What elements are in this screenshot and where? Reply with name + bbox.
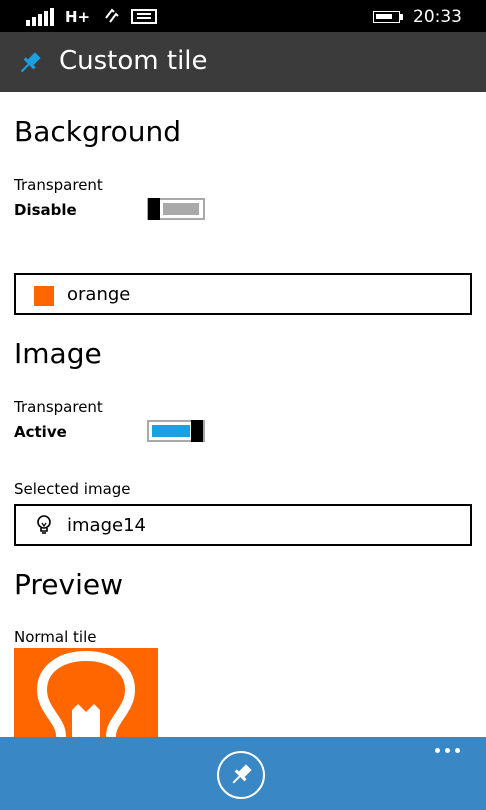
app-bar — [0, 737, 486, 810]
selected-image-value: image14 — [67, 515, 146, 536]
image-heading: Image — [14, 337, 102, 370]
normal-tile-label: Normal tile — [14, 628, 97, 646]
background-color-value: orange — [67, 284, 131, 305]
image-transparent-state: Active — [14, 423, 67, 441]
page-title: Custom tile — [59, 46, 208, 76]
selected-image-picker[interactable]: image14 — [14, 504, 472, 546]
status-bar: H+ 20:33 — [0, 0, 486, 32]
title-bar: Custom tile — [0, 32, 486, 92]
background-transparent-label: Transparent — [14, 176, 103, 194]
data-transfer-icon — [105, 8, 119, 23]
background-heading: Background — [14, 115, 182, 148]
background-transparent-state: Disable — [14, 201, 77, 219]
toggle-track — [163, 203, 199, 215]
selected-image-label: Selected image — [14, 480, 131, 498]
message-icon — [131, 9, 157, 24]
ellipsis-icon[interactable] — [433, 743, 463, 757]
image-transparent-label: Transparent — [14, 398, 103, 416]
toggle-knob — [148, 198, 160, 220]
color-swatch — [34, 286, 54, 306]
background-color-picker[interactable]: orange — [14, 273, 472, 315]
lightbulb-icon — [36, 650, 136, 748]
toggle-track — [152, 425, 190, 437]
normal-tile-preview — [14, 648, 158, 748]
battery-nub — [400, 14, 403, 20]
network-type: H+ — [65, 8, 91, 26]
preview-heading: Preview — [14, 568, 123, 601]
pin-to-start-button[interactable] — [217, 751, 265, 799]
lightbulb-icon — [37, 515, 51, 534]
signal-strength-icon — [24, 8, 56, 26]
toggle-knob — [191, 420, 203, 442]
clock: 20:33 — [413, 7, 462, 27]
image-transparent-toggle[interactable] — [147, 420, 205, 442]
battery-icon — [373, 11, 400, 23]
background-transparent-toggle[interactable] — [147, 198, 205, 220]
pin-icon — [232, 764, 252, 784]
pin-icon — [20, 52, 41, 73]
